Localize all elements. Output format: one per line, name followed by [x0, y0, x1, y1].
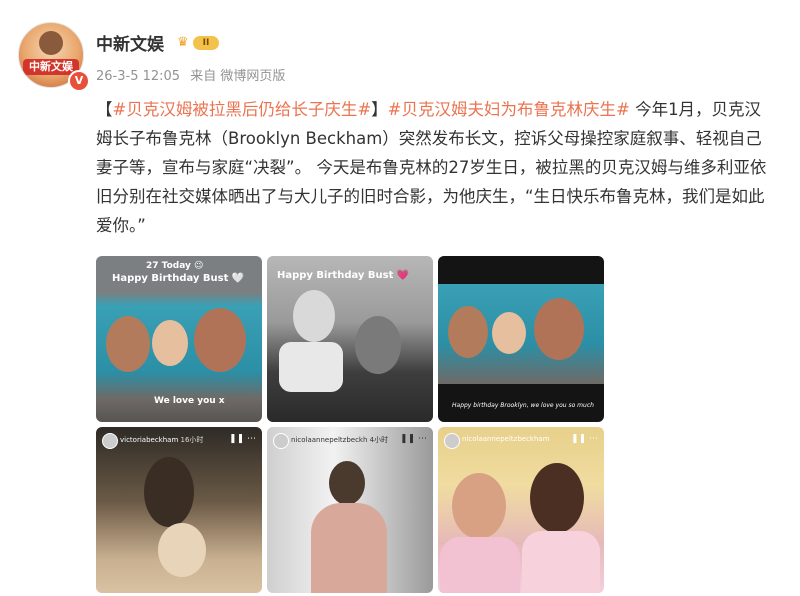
post-image-4[interactable]: victoriabeckham 16小时 ❚❚ ⋯: [96, 427, 262, 593]
image-1-title: Happy Birthday Bust 🤍: [112, 273, 245, 284]
post-body-text: 今年1月，贝克汉姆长子布鲁克林（Brooklyn Beckham）突然发布长文，…: [96, 100, 767, 235]
image-6-person-man: [452, 473, 506, 539]
image-1-caption: We love you x: [154, 396, 225, 406]
author-name[interactable]: 中新文娱: [96, 30, 164, 55]
post-image-2[interactable]: Happy Birthday Bust 💗: [267, 256, 433, 422]
post-source: 来自 微博网页版: [190, 69, 286, 84]
image-1-top-text: 27 Today 😉: [146, 261, 204, 271]
avatar-figure: [39, 31, 63, 55]
image-4-person-baby: [158, 523, 206, 577]
image-3-person-left: [448, 306, 488, 358]
hashtag-link-1[interactable]: #贝克汉姆被拉黑后仍给长子庆生#: [113, 100, 372, 119]
post-content: 【#贝克汉姆被拉黑后仍给长子庆生#】#贝克汉姆夫妇为布鲁克林庆生# 今年1月，贝…: [96, 95, 776, 240]
image-5-person-head: [329, 461, 365, 505]
image-2-title: Happy Birthday Bust 💗: [277, 270, 410, 281]
image-4-person-woman: [144, 457, 194, 527]
post-image-5[interactable]: nicolaannepeltzbeckh 4小时 ❚❚ ⋯: [267, 427, 433, 593]
story-avatar-5[interactable]: [273, 433, 289, 449]
post-image-6[interactable]: nicolaannepeltzbeckham ❚❚ ⋯: [438, 427, 604, 593]
story-time-4: 16小时: [180, 436, 204, 444]
story-account-5[interactable]: nicolaannepeltzbeckh 4小时: [291, 435, 388, 445]
image-3-caption: Happy birthday Brooklyn, we love you so …: [452, 402, 594, 409]
image-1-person-left: [106, 316, 150, 372]
crown-icon: ♛: [177, 35, 189, 50]
image-1-person-right: [194, 308, 246, 372]
verified-badge-icon: V: [68, 70, 90, 92]
story-header-6: nicolaannepeltzbeckham ❚❚ ⋯: [444, 433, 598, 449]
post-image-3[interactable]: Happy birthday Brooklyn, we love you so …: [438, 256, 604, 422]
story-controls-4[interactable]: ❚❚ ⋯: [229, 434, 256, 444]
story-account-name-6[interactable]: nicolaannepeltzbeckham: [462, 435, 550, 443]
vip-badge[interactable]: ♛ II: [177, 34, 221, 52]
image-3-photo: [438, 284, 604, 384]
story-header-5: nicolaannepeltzbeckh 4小时 ❚❚ ⋯: [273, 433, 427, 449]
post-image-1[interactable]: 27 Today 😉 Happy Birthday Bust 🤍 We love…: [96, 256, 262, 422]
story-avatar-4[interactable]: [102, 433, 118, 449]
story-time-5: 4小时: [369, 436, 389, 444]
image-1-person-child: [152, 320, 188, 366]
post-time[interactable]: 26-3-5 12:05: [96, 69, 180, 84]
image-6-person-woman: [530, 463, 584, 533]
image-6-man-shirt: [440, 537, 520, 593]
image-2-person-boy: [293, 290, 335, 342]
story-account-name-5[interactable]: nicolaannepeltzbeckh: [291, 436, 367, 444]
story-controls-5[interactable]: ❚❚ ⋯: [400, 434, 427, 444]
bracket-open: 【: [96, 100, 113, 119]
story-account-6[interactable]: nicolaannepeltzbeckham: [462, 435, 550, 443]
story-header-4: victoriabeckham 16小时 ❚❚ ⋯: [102, 433, 256, 449]
image-2-shirt: [279, 342, 343, 392]
image-6-woman-dress: [522, 531, 600, 593]
image-5-person-body: [311, 503, 387, 593]
image-2-person-man: [355, 316, 401, 374]
story-controls-6[interactable]: ❚❚ ⋯: [571, 434, 598, 444]
story-account-name-4[interactable]: victoriabeckham: [120, 436, 178, 444]
vip-level: II: [193, 36, 219, 50]
hashtag-link-2[interactable]: #贝克汉姆夫妇为布鲁克林庆生#: [388, 100, 630, 119]
image-3-person-child: [492, 312, 526, 354]
post-meta: 26-3-5 12:05 来自 微博网页版: [96, 65, 291, 84]
bracket-close: 】: [371, 100, 388, 119]
story-avatar-6[interactable]: [444, 433, 460, 449]
image-3-person-right: [534, 298, 584, 360]
story-account-4[interactable]: victoriabeckham 16小时: [120, 435, 203, 445]
